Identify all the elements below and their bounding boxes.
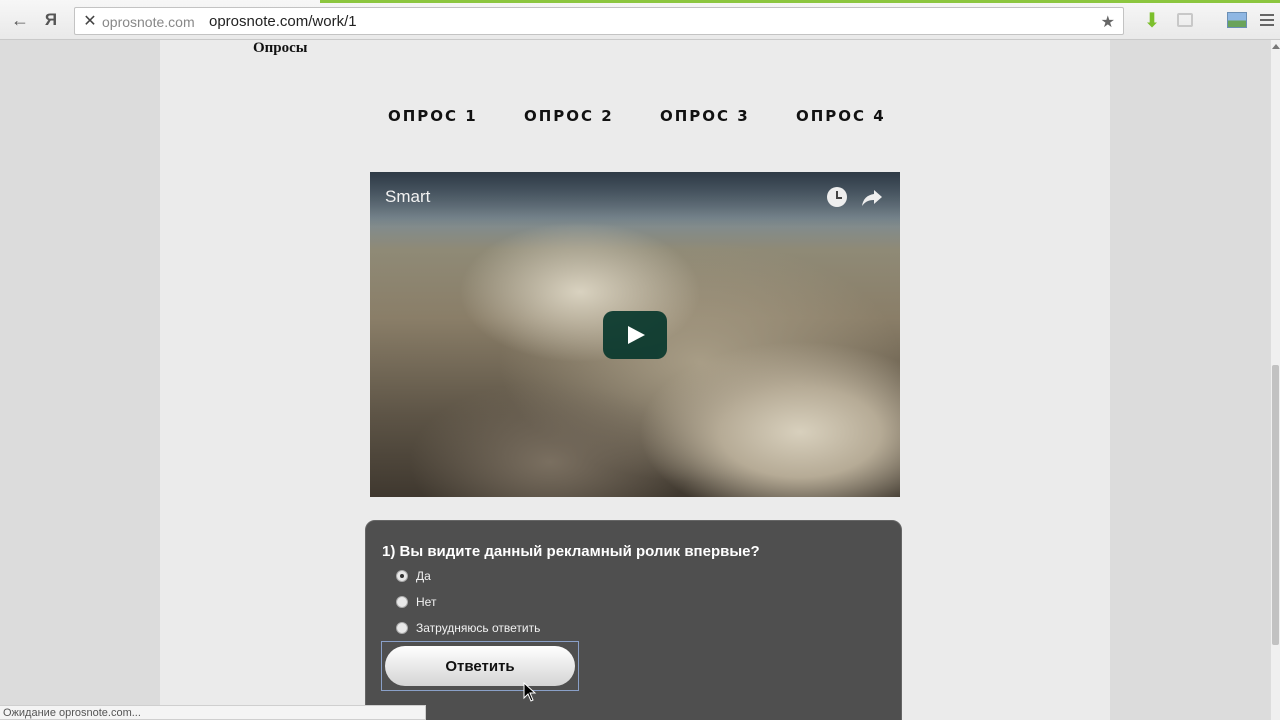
watch-later-clock-icon[interactable] (827, 187, 847, 207)
page-title: Опросы (253, 40, 308, 56)
address-url-host: oprosnote.com (209, 13, 309, 30)
page-side-left (0, 40, 160, 720)
option-no-radio[interactable] (396, 596, 408, 608)
option-unsure-radio[interactable] (396, 622, 408, 634)
page-load-progress (320, 0, 1280, 3)
stop-loading-icon[interactable]: ✕ (80, 11, 100, 31)
browser-toolbar: ← Я ✕ oprosnote.com oprosnote.com/work/1… (0, 0, 1280, 40)
video-title[interactable]: Smart (385, 187, 430, 207)
option-unsure[interactable]: Затрудняюсь ответить (396, 621, 540, 635)
tab-poll-1[interactable]: Опрос 1 (388, 107, 524, 125)
address-bar[interactable]: ✕ oprosnote.com oprosnote.com/work/1 ★ (74, 7, 1124, 35)
answer-button[interactable]: Ответить (385, 646, 575, 686)
menu-icon[interactable] (1256, 9, 1278, 31)
bookmark-star-icon[interactable]: ★ (1101, 12, 1115, 32)
share-arrow-icon[interactable] (861, 186, 883, 208)
download-icon[interactable]: ⬇ (1141, 9, 1163, 32)
tab-poll-4[interactable]: Опрос 4 (796, 107, 932, 125)
scroll-thumb[interactable] (1272, 365, 1279, 645)
poll-tabs: Опрос 1 Опрос 2 Опрос 3 Опрос 4 (388, 107, 932, 125)
option-no[interactable]: Нет (396, 595, 436, 609)
page-scrollbar[interactable] (1270, 40, 1280, 720)
address-url-path: /work/1 (308, 13, 357, 30)
play-button-icon[interactable] (603, 311, 667, 359)
option-yes[interactable]: Да (396, 569, 431, 583)
option-no-label: Нет (416, 595, 437, 609)
tab-poll-2[interactable]: Опрос 2 (524, 107, 660, 125)
scroll-up-arrow-icon[interactable] (1272, 44, 1280, 49)
video-player[interactable]: Smart (370, 172, 900, 497)
page-side-right (1110, 40, 1270, 720)
video-top-overlay (370, 172, 900, 227)
status-bar: Ожидание oprosnote.com... (0, 705, 426, 720)
option-yes-label: Да (416, 569, 431, 583)
mouse-cursor-icon (523, 682, 537, 702)
content-column: Опросы Опрос 1 Опрос 2 Опрос 3 Опрос 4 S… (160, 40, 1110, 720)
page-viewport: Опросы Опрос 1 Опрос 2 Опрос 3 Опрос 4 S… (0, 40, 1270, 720)
poll-panel: 1) Вы видите данный рекламный ролик впер… (365, 520, 902, 720)
image-icon[interactable] (1226, 9, 1248, 31)
poll-question: 1) Вы видите данный рекламный ролик впер… (382, 543, 760, 560)
address-url[interactable]: oprosnote.com/work/1 (209, 13, 357, 30)
tab-poll-3[interactable]: Опрос 3 (660, 107, 796, 125)
tabs-tiles-icon[interactable] (1174, 9, 1196, 31)
address-host-label: oprosnote.com (102, 14, 195, 30)
option-yes-radio[interactable] (396, 570, 408, 582)
yandex-button[interactable]: Я (40, 9, 62, 31)
back-arrow-icon[interactable]: ← (9, 9, 31, 31)
option-unsure-label: Затрудняюсь ответить (416, 621, 541, 635)
answer-button-focus-ring: Ответить (381, 641, 579, 691)
